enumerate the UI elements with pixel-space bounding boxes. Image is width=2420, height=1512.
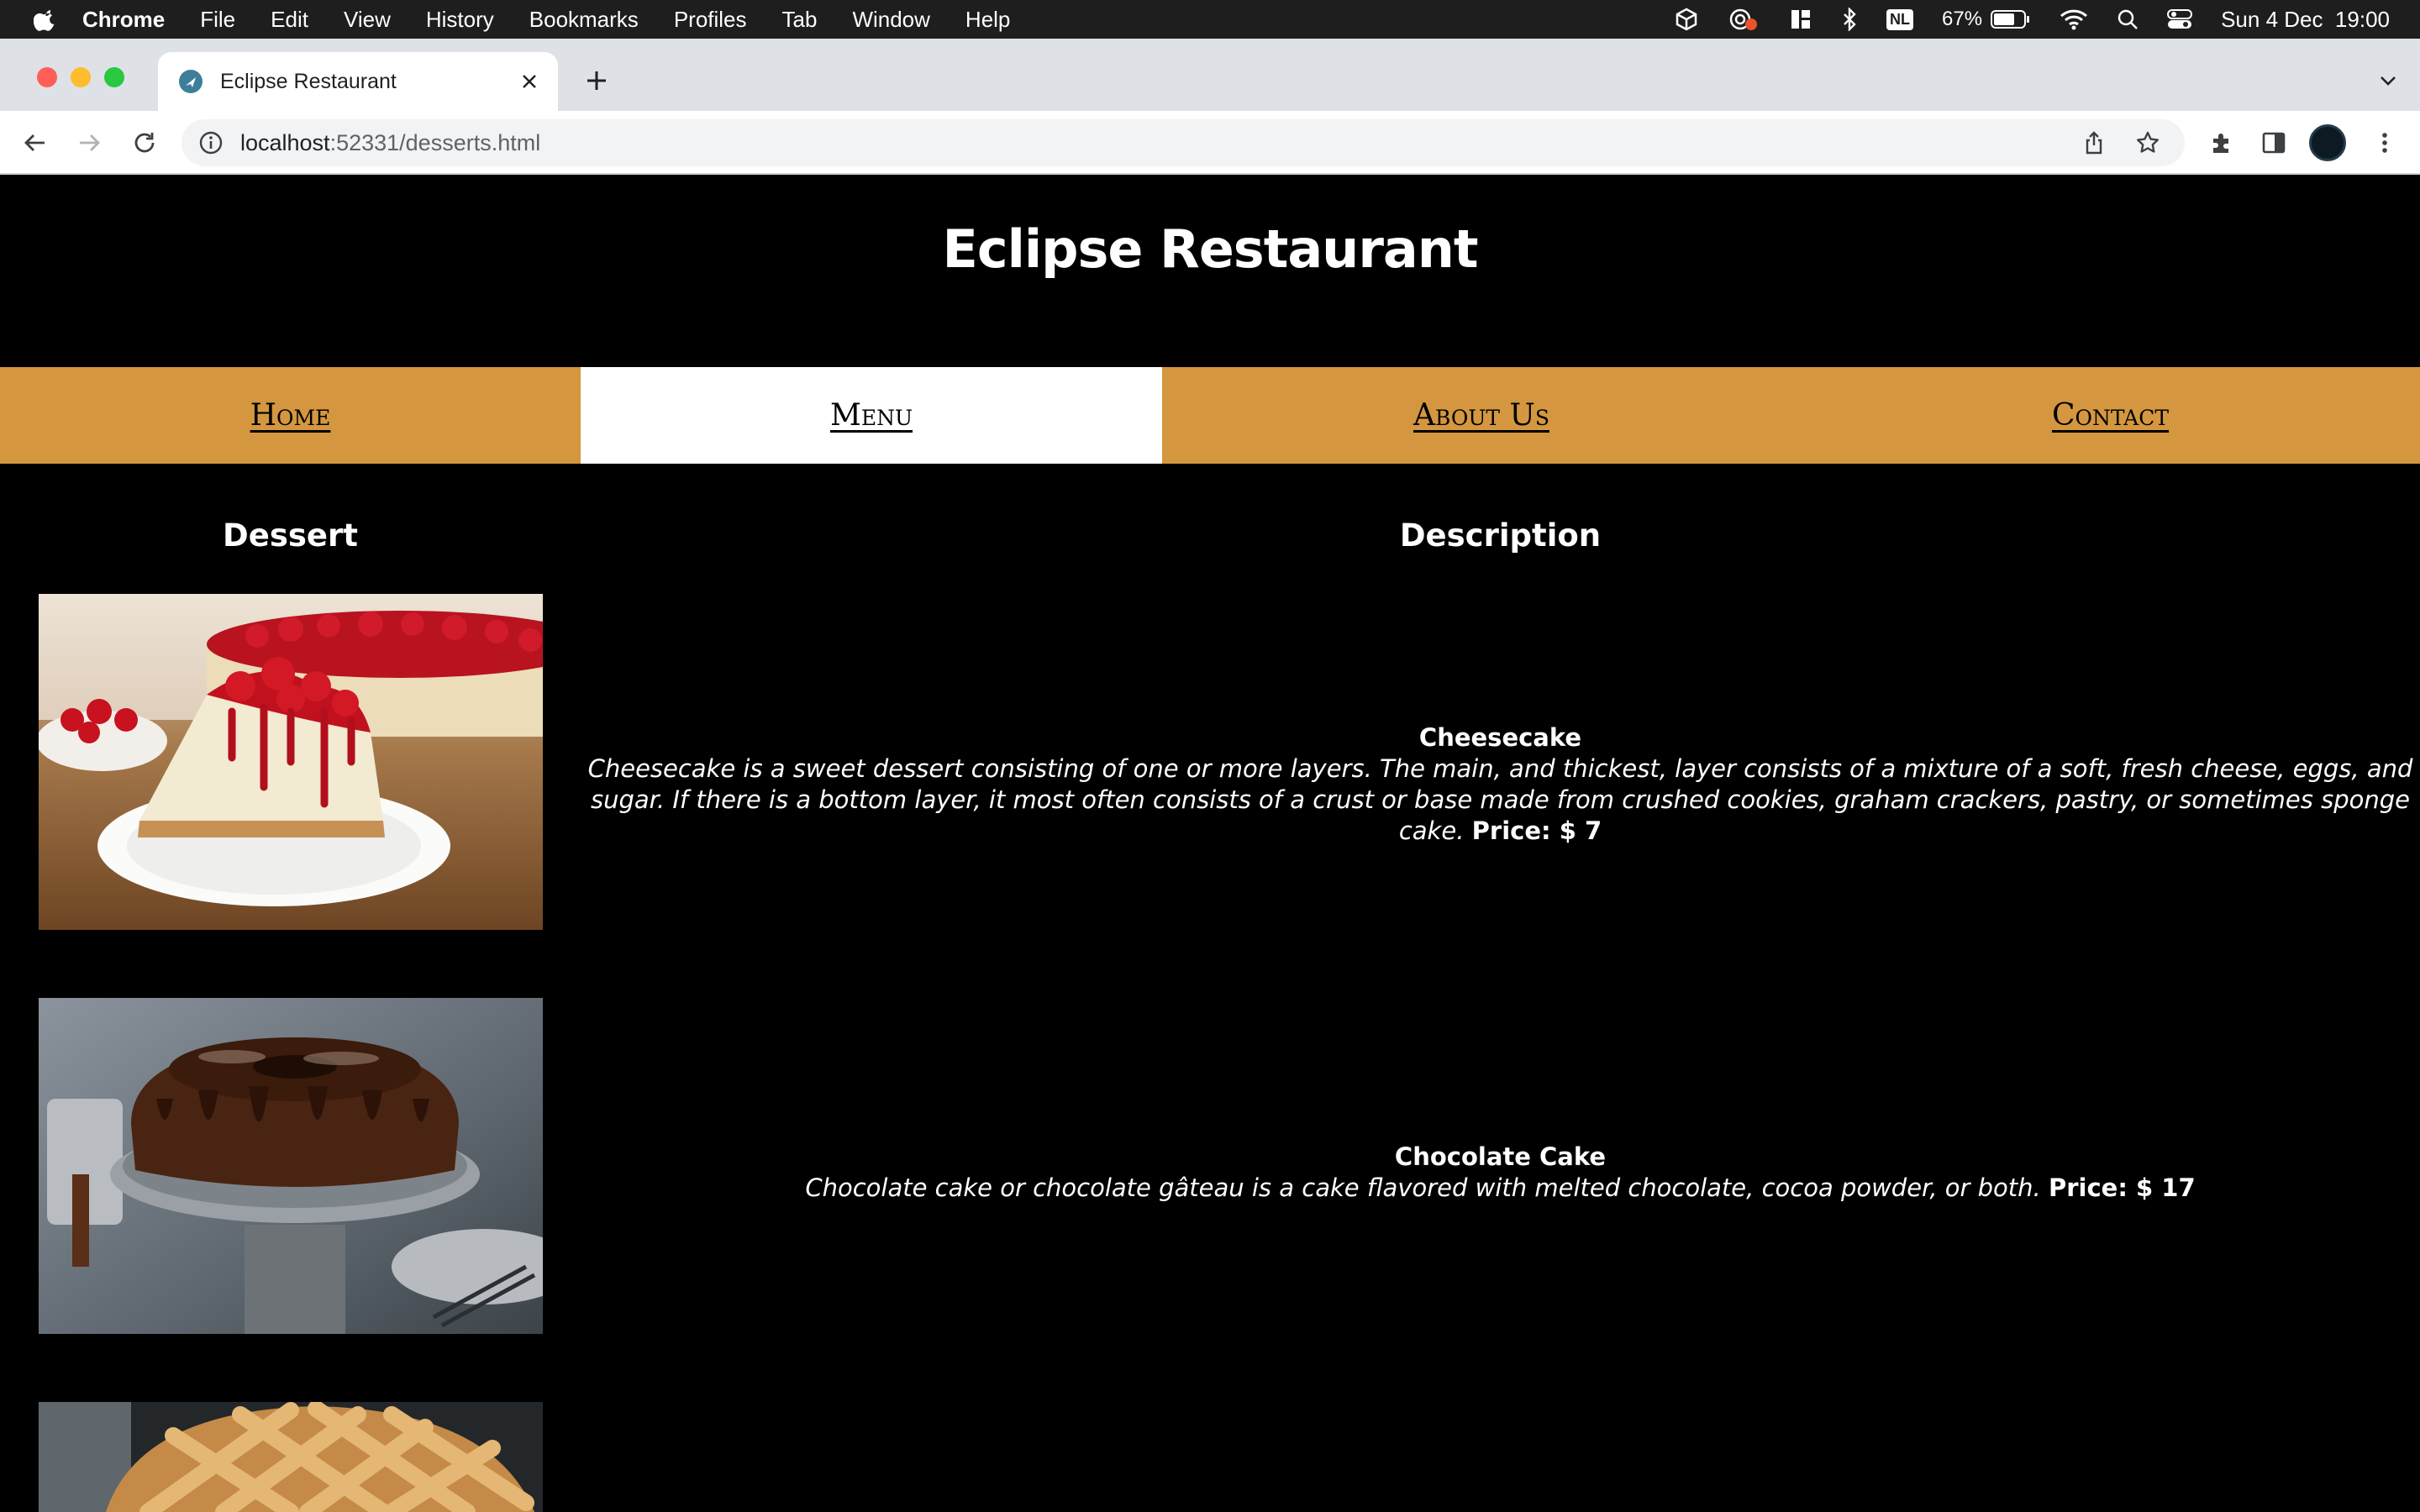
spotlight-search-icon[interactable] xyxy=(2117,8,2139,30)
menu-file[interactable]: File xyxy=(200,7,235,33)
chrome-menu-kebab-icon[interactable] xyxy=(2368,126,2402,160)
nav-about-us-link[interactable]: About Us xyxy=(1162,367,1801,464)
profile-avatar[interactable] xyxy=(2309,124,2346,161)
site-info-icon[interactable] xyxy=(198,130,224,155)
back-arrow-icon[interactable] xyxy=(18,126,52,160)
menubar-clock[interactable]: Sun 4 Dec 19:00 xyxy=(2221,7,2390,33)
browser-tab-active[interactable]: Eclipse Restaurant xyxy=(158,52,558,111)
forward-arrow-icon[interactable] xyxy=(72,126,106,160)
side-panel-icon[interactable] xyxy=(2257,126,2291,160)
window-layout-icon[interactable] xyxy=(1789,8,1812,31)
menu-view[interactable]: View xyxy=(344,7,391,33)
browser-tab-strip: Eclipse Restaurant xyxy=(0,39,2420,111)
box-status-icon[interactable] xyxy=(1675,8,1698,31)
macos-menu-bar: Chrome File Edit View History Bookmarks … xyxy=(0,0,2420,39)
share-icon[interactable] xyxy=(2077,126,2111,160)
dessert-row-chocolate-cake: Chocolate Cake Chocolate cake or chocola… xyxy=(581,1142,2420,1204)
chocolate-cake-photo xyxy=(39,998,543,1334)
dessert-description: Chocolate cake or chocolate gâteau is a … xyxy=(805,1173,2041,1202)
dessert-row-cheesecake: Cheesecake Cheesecake is a sweet dessert… xyxy=(581,722,2420,847)
nav-contact-link[interactable]: Contact xyxy=(1801,367,2420,464)
address-bar[interactable]: localhost:52331/desserts.html xyxy=(182,119,2185,166)
dessert-name: Chocolate Cake xyxy=(1394,1142,1607,1171)
url-text[interactable]: localhost:52331/desserts.html xyxy=(240,130,2077,156)
pie-photo xyxy=(39,1402,543,1512)
input-source-icon[interactable]: NL xyxy=(1886,8,1914,30)
dessert-price: Price: $ 17 xyxy=(2048,1173,2196,1202)
menu-window[interactable]: Window xyxy=(852,7,929,33)
bookmark-star-icon[interactable] xyxy=(2131,126,2165,160)
tab-search-chevron-down-icon[interactable] xyxy=(2375,67,2402,94)
extensions-puzzle-icon[interactable] xyxy=(2205,126,2238,160)
new-tab-plus-icon[interactable] xyxy=(580,64,613,97)
window-close-button[interactable] xyxy=(37,67,57,87)
menu-edit[interactable]: Edit xyxy=(271,7,308,33)
menu-chrome[interactable]: Chrome xyxy=(82,7,165,33)
site-title: Eclipse Restaurant xyxy=(942,218,1478,280)
menu-help[interactable]: Help xyxy=(965,7,1010,33)
web-page: Eclipse Restaurant Home Menu About Us Co… xyxy=(0,175,2420,1512)
menu-history[interactable]: History xyxy=(426,7,494,33)
dessert-name: Cheesecake xyxy=(1418,723,1582,752)
battery-status[interactable]: 67% xyxy=(1942,8,2031,31)
nav-menu-link-active[interactable]: Menu xyxy=(581,367,1162,464)
reload-icon[interactable] xyxy=(128,126,161,160)
battery-percent: 67% xyxy=(1942,8,1983,30)
browser-toolbar: localhost:52331/desserts.html xyxy=(0,111,2420,175)
url-host: localhost xyxy=(240,129,330,155)
menu-profiles[interactable]: Profiles xyxy=(674,7,747,33)
url-path: :52331/desserts.html xyxy=(329,129,541,155)
window-minimize-button[interactable] xyxy=(71,67,91,87)
wifi-icon[interactable] xyxy=(2060,8,2088,30)
nav-home-link[interactable]: Home xyxy=(0,367,581,464)
tab-close-icon[interactable] xyxy=(513,65,546,98)
control-center-icon[interactable] xyxy=(2167,8,2193,30)
menu-bookmarks[interactable]: Bookmarks xyxy=(529,7,639,33)
menu-tab[interactable]: Tab xyxy=(782,7,818,33)
dessert-price: Price: $ 7 xyxy=(1471,816,1602,845)
cloud-sync-status-icon[interactable] xyxy=(1727,7,1760,32)
column-header-description: Description xyxy=(1399,517,1602,554)
battery-icon xyxy=(1991,10,2030,29)
window-zoom-button[interactable] xyxy=(104,67,124,87)
site-nav: Home Menu About Us Contact xyxy=(0,367,2420,464)
cheesecake-photo xyxy=(39,594,543,930)
column-header-dessert: Dessert xyxy=(223,517,358,554)
site-favicon-icon xyxy=(179,70,203,93)
apple-logo-icon[interactable] xyxy=(34,7,59,32)
bluetooth-icon[interactable] xyxy=(1841,8,1858,31)
tab-title: Eclipse Restaurant xyxy=(220,69,397,93)
